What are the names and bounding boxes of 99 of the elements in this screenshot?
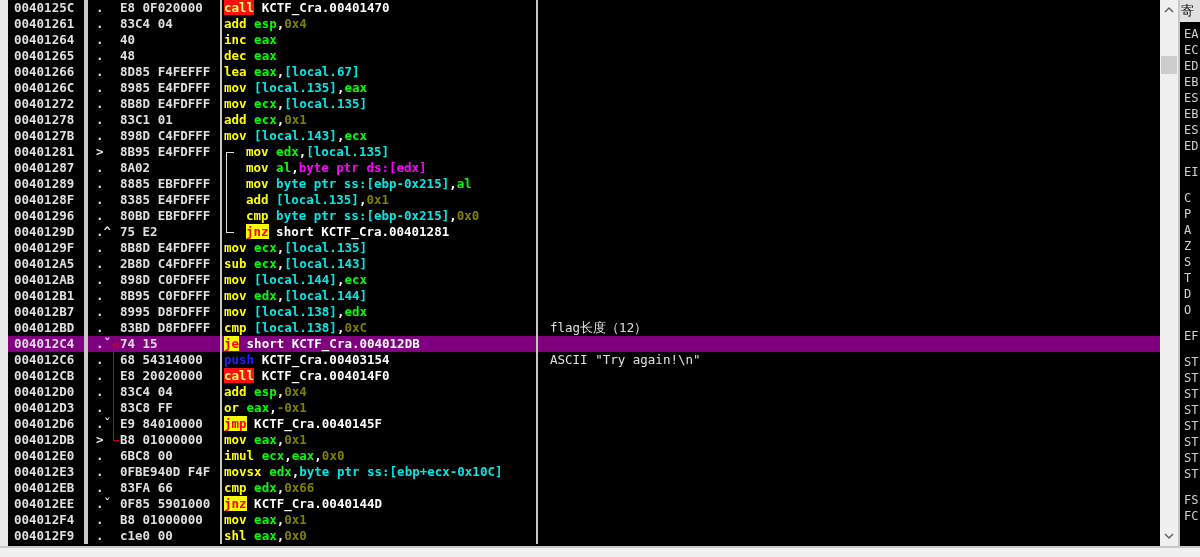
marker: . [95, 176, 105, 192]
register-label: ST [1183, 450, 1200, 466]
comment: ASCII "Try again!\n" [550, 352, 701, 367]
marker: . [95, 112, 105, 128]
register-label: EA [1183, 26, 1200, 42]
comment: flag长度（12） [550, 320, 648, 335]
register-label: ED [1183, 138, 1200, 154]
hex-bytes: E8 0F020000 [119, 0, 204, 16]
marker: . [95, 352, 105, 368]
register-label: D [1183, 286, 1193, 302]
marker: . [95, 368, 105, 384]
marker: .ˇ [95, 336, 112, 352]
hex-bytes: 8385 E4FDFFF [119, 192, 212, 208]
hex-bytes: 8B8D E4FDFFF [119, 240, 212, 256]
marker: . [95, 480, 105, 496]
register-label: EB [1183, 106, 1200, 122]
hex-bytes: B8 01000000 [119, 512, 204, 528]
register-label: EI [1183, 164, 1200, 180]
register-label: T [1183, 270, 1193, 286]
marker: . [95, 448, 105, 464]
hex-bytes: 83BD D8FDFFF [119, 320, 212, 336]
register-label: Z [1183, 238, 1193, 254]
marker: . [95, 192, 105, 208]
register-label: EF [1183, 328, 1200, 344]
hex-bytes: 83C1 01 [119, 112, 174, 128]
hex-bytes: 6BC8 00 [119, 448, 174, 464]
marker: .ˇ [95, 496, 112, 512]
hex-bytes: 8B95 C0FDFFF [119, 288, 212, 304]
hex-bytes: 8A02 [119, 160, 152, 176]
hex-bytes: 80BD EBFDFFF [119, 208, 212, 224]
scroll-down-icon[interactable] [1164, 532, 1175, 540]
marker: .^ [95, 224, 112, 240]
marker: . [95, 64, 105, 80]
marker: . [95, 160, 105, 176]
hex-bytes: 8885 EBFDFFF [119, 176, 212, 192]
instruction: shl eax,0x0 [220, 528, 536, 544]
hex-bytes: 83C4 04 [119, 16, 174, 32]
marker: . [95, 384, 105, 400]
marker: . [95, 48, 105, 64]
scroll-thumb[interactable] [1161, 56, 1178, 74]
register-label: ES [1183, 122, 1200, 138]
hex-bytes: 0F85 5901000 [119, 496, 212, 512]
marker: . [95, 528, 105, 544]
register-label: P [1183, 206, 1193, 222]
register-label: S [1183, 254, 1193, 270]
hex-bytes: B8 01000000 [112, 432, 220, 448]
hex-bytes: 898D C0FDFFF [119, 272, 212, 288]
register-label: EC [1183, 42, 1200, 58]
register-label: FC [1183, 508, 1200, 524]
hex-bytes: 8985 E4FDFFF [119, 80, 212, 96]
hex-bytes: 898D C4FDFFF [119, 128, 212, 144]
register-label: ES [1183, 90, 1200, 106]
marker: . [95, 256, 105, 272]
register-label: A [1183, 222, 1193, 238]
marker: . [95, 304, 105, 320]
register-label: ST [1183, 466, 1200, 482]
marker: . [95, 128, 105, 144]
marker: . [95, 16, 105, 32]
hex-bytes: 8995 D8FDFFF [119, 304, 212, 320]
marker: > [95, 432, 105, 448]
marker: . [95, 464, 105, 480]
marker: . [95, 0, 105, 16]
hex-bytes: 2B8D C4FDFFF [119, 256, 212, 272]
marker: . [95, 80, 105, 96]
marker: . [95, 96, 105, 112]
register-label: C [1183, 190, 1193, 206]
marker: . [95, 512, 105, 528]
hex-bytes: 0FBE940D F4F [119, 464, 212, 480]
hex-bytes: 8B95 E4FDFFF [119, 144, 212, 160]
register-label: FS [1183, 492, 1200, 508]
hex-bytes: 48 [119, 48, 137, 64]
register-label: ST [1183, 370, 1200, 386]
scroll-up-icon[interactable] [1164, 6, 1175, 14]
hex-bytes: 83FA 66 [119, 480, 174, 496]
register-label: ST [1183, 402, 1200, 418]
marker: . [95, 320, 105, 336]
register-label: ST [1183, 386, 1200, 402]
hex-bytes: 8D85 F4FEFFF [119, 64, 212, 80]
marker: .ˇ [95, 416, 112, 432]
register-label: EB [1183, 74, 1200, 90]
disassembly-row[interactable]: 004012C4 .ˇ 74 15 je short KCTF_Cra.004012DB [8, 336, 1161, 352]
register-label: O [1183, 302, 1193, 318]
marker: . [95, 400, 105, 416]
hex-bytes: 40 [119, 32, 137, 48]
marker: . [95, 288, 105, 304]
hex-bytes: 75 E2 [119, 224, 159, 240]
register-label: ED [1183, 58, 1200, 74]
scrollbar[interactable] [1160, 0, 1179, 546]
hex-bytes: c1e0 00 [119, 528, 174, 544]
marker: > [95, 144, 105, 160]
marker: . [95, 208, 105, 224]
marker: . [95, 240, 105, 256]
register-label: ST [1183, 354, 1200, 370]
register-label: ST [1183, 434, 1200, 450]
panel-header: 寄 [1180, 0, 1200, 22]
marker: . [95, 32, 105, 48]
hex-bytes: 8B8D E4FDFFF [119, 96, 212, 112]
register-label: ST [1183, 418, 1200, 434]
marker: . [95, 272, 105, 288]
